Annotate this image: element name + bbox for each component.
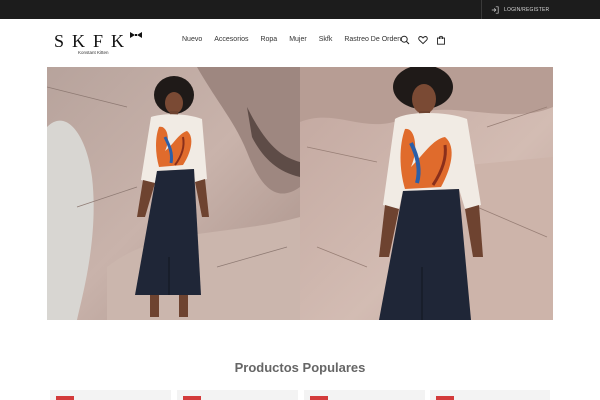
logo-text: SKFK	[54, 31, 133, 51]
nav-item-accesorios[interactable]: Accesorios	[214, 35, 248, 44]
nav-item-ropa[interactable]: Ropa	[260, 35, 277, 44]
sale-badge	[183, 396, 201, 400]
sale-badge	[436, 396, 454, 400]
bow-icon	[130, 32, 142, 38]
heart-icon[interactable]	[418, 35, 428, 45]
product-card[interactable]	[50, 390, 171, 400]
logo-subtitle: Konstant Kitten	[78, 50, 109, 55]
site-logo[interactable]: SKFK Konstant Kitten	[54, 31, 144, 57]
sale-badge	[56, 396, 74, 400]
nav-item-nuevo[interactable]: Nuevo	[182, 35, 202, 44]
nav-item-skfk[interactable]: Skfk	[319, 35, 333, 44]
section-title: Productos Populares	[234, 360, 366, 375]
header-icons	[400, 35, 446, 45]
main-nav: Nuevo Accesorios Ropa Mujer Skfk Rastreo…	[182, 35, 413, 44]
nav-item-mujer[interactable]: Mujer	[289, 35, 307, 44]
sale-badge	[310, 396, 328, 400]
hero-banner[interactable]	[47, 67, 553, 320]
login-register-label: LOGIN/REGISTER	[504, 6, 550, 13]
top-bar: LOGIN/REGISTER	[0, 0, 600, 19]
product-card[interactable]	[177, 390, 298, 400]
bag-icon[interactable]	[436, 35, 446, 45]
top-bar-divider	[481, 0, 482, 19]
login-register-link[interactable]: LOGIN/REGISTER	[491, 4, 549, 15]
product-card[interactable]	[304, 390, 425, 400]
hero-image	[47, 67, 553, 320]
product-card[interactable]	[430, 390, 550, 400]
site-header: SKFK Konstant Kitten Nuevo Accesorios Ro…	[0, 19, 600, 63]
nav-item-rastreo-de-orden[interactable]: Rastreo De Orden	[344, 35, 401, 44]
search-icon[interactable]	[400, 35, 410, 45]
product-cards	[50, 390, 550, 400]
login-icon	[491, 5, 499, 14]
